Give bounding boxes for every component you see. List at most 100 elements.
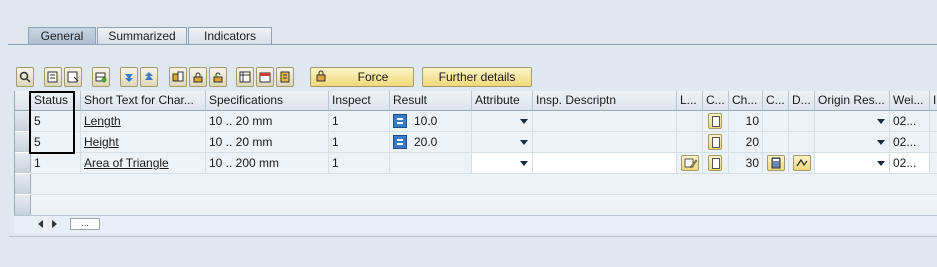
document-icon[interactable] <box>708 113 722 129</box>
column-header-l[interactable]: L... <box>677 91 703 111</box>
row-selector[interactable] <box>15 111 31 131</box>
document-icon[interactable] <box>708 134 722 150</box>
c2-cell <box>763 153 789 174</box>
short-text-link[interactable]: Height <box>84 135 119 149</box>
ch-cell: 10 <box>729 111 763 132</box>
column-header-insp-descriptn[interactable]: Insp. Descriptn <box>533 91 677 111</box>
calculator-icon[interactable] <box>767 155 785 171</box>
column-header-d[interactable]: D... <box>789 91 815 111</box>
chevron-down-icon <box>877 161 885 166</box>
attribute-dropdown[interactable] <box>472 132 533 153</box>
horizontal-scrollbar[interactable]: ... <box>14 215 937 233</box>
weight-dropdown[interactable]: 02... <box>890 111 930 132</box>
row-selector[interactable] <box>15 153 31 173</box>
short-text-cell: Height <box>81 132 206 153</box>
weight-dropdown[interactable]: 02... <box>890 153 930 174</box>
column-header-i[interactable]: I <box>930 91 937 111</box>
weight-dropdown[interactable]: 02... <box>890 132 930 153</box>
short-text-link[interactable]: Length <box>84 114 121 128</box>
print-icon[interactable] <box>276 67 294 87</box>
column-header-specifications[interactable]: Specifications <box>206 91 329 111</box>
result-value: 10.0 <box>414 114 438 128</box>
specifications-cell: 10 .. 200 mm <box>206 153 329 174</box>
characteristics-grid: Status Short Text for Char... Specificat… <box>14 91 937 215</box>
specifications-cell: 10 .. 20 mm <box>206 132 329 153</box>
formula-icon[interactable] <box>793 155 811 171</box>
column-header-inspect[interactable]: Inspect <box>329 91 390 111</box>
insp-descriptn-input[interactable] <box>533 153 677 174</box>
comment-cell <box>703 111 729 132</box>
filter-icon[interactable] <box>169 67 187 87</box>
edit-text-icon[interactable] <box>681 155 699 171</box>
insp-descriptn-cell[interactable] <box>533 132 677 153</box>
tab-summarized[interactable]: Summarized <box>97 27 187 45</box>
result-cell[interactable]: 10.0 <box>390 111 472 132</box>
document-icon[interactable] <box>708 155 722 171</box>
row-selector[interactable] <box>15 174 31 194</box>
force-button[interactable]: Force <box>310 67 414 87</box>
status-cell: 1 <box>31 153 81 174</box>
tab-indicators[interactable]: Indicators <box>188 27 272 45</box>
column-header-c2[interactable]: C... <box>763 91 789 111</box>
unlock-icon[interactable] <box>209 67 227 87</box>
select-all-icon[interactable] <box>44 67 62 87</box>
inspect-cell: 1 <box>329 111 390 132</box>
origin-result-dropdown[interactable] <box>815 153 890 174</box>
result-cell[interactable] <box>390 153 472 174</box>
ch-cell: 30 <box>729 153 763 174</box>
scroll-right-icon[interactable] <box>52 220 57 228</box>
lock-icon[interactable] <box>189 67 207 87</box>
long-text-cell <box>677 153 703 174</box>
column-header-status[interactable]: Status <box>31 91 81 111</box>
scroll-handle[interactable]: ... <box>70 218 100 230</box>
column-header-origin-result[interactable]: Origin Res... <box>815 91 890 111</box>
weight-value: 02... <box>893 156 917 170</box>
column-header-attribute[interactable]: Attribute <box>472 91 533 111</box>
insp-descriptn-cell[interactable] <box>533 111 677 132</box>
attribute-dropdown[interactable] <box>472 153 533 174</box>
scroll-left-icon[interactable] <box>38 220 43 228</box>
further-details-button[interactable]: Further details <box>422 67 532 87</box>
column-header-result[interactable]: Result <box>390 91 472 111</box>
specifications-cell: 10 .. 20 mm <box>206 111 329 132</box>
inspect-cell: 1 <box>329 153 390 174</box>
column-header-short-text[interactable]: Short Text for Char... <box>81 91 206 111</box>
sort-ascending-icon[interactable] <box>120 67 138 87</box>
column-header-c1[interactable]: C... <box>703 91 729 111</box>
row-selector[interactable] <box>15 195 31 215</box>
origin-result-dropdown[interactable] <box>815 132 890 153</box>
column-header-ch[interactable]: Ch... <box>729 91 763 111</box>
deselect-all-icon[interactable] <box>64 67 82 87</box>
empty-row <box>31 195 937 215</box>
details-icon[interactable] <box>16 67 34 87</box>
ch-cell: 20 <box>729 132 763 153</box>
chevron-down-icon <box>520 161 528 166</box>
c2-cell <box>763 111 789 132</box>
comment-cell <box>703 132 729 153</box>
origin-result-dropdown[interactable] <box>815 111 890 132</box>
insert-row-icon[interactable] <box>92 67 110 87</box>
row-selector[interactable] <box>15 132 31 152</box>
chevron-down-icon <box>520 140 528 145</box>
result-value-icon <box>393 135 407 149</box>
select-all-corner[interactable] <box>15 91 31 111</box>
status-cell: 5 <box>31 132 81 153</box>
sort-descending-icon[interactable] <box>140 67 158 87</box>
column-header-weight[interactable]: Wei... <box>890 91 930 111</box>
force-label: Force <box>357 70 389 84</box>
d-cell <box>789 111 815 132</box>
spreadsheet-icon[interactable] <box>236 67 254 87</box>
attribute-dropdown[interactable] <box>472 111 533 132</box>
short-text-link[interactable]: Area of Triangle <box>84 156 169 170</box>
calendar-icon[interactable] <box>256 67 274 87</box>
weight-value: 02... <box>893 114 917 128</box>
i-cell <box>930 111 937 132</box>
i-cell <box>930 132 937 153</box>
long-text-cell <box>677 132 703 153</box>
result-cell[interactable]: 20.0 <box>390 132 472 153</box>
c2-cell <box>763 132 789 153</box>
panel-bottom-border <box>9 236 937 237</box>
tab-strip: General Summarized Indicators <box>0 0 937 46</box>
status-cell: 5 <box>31 111 81 132</box>
d-cell <box>789 153 815 174</box>
